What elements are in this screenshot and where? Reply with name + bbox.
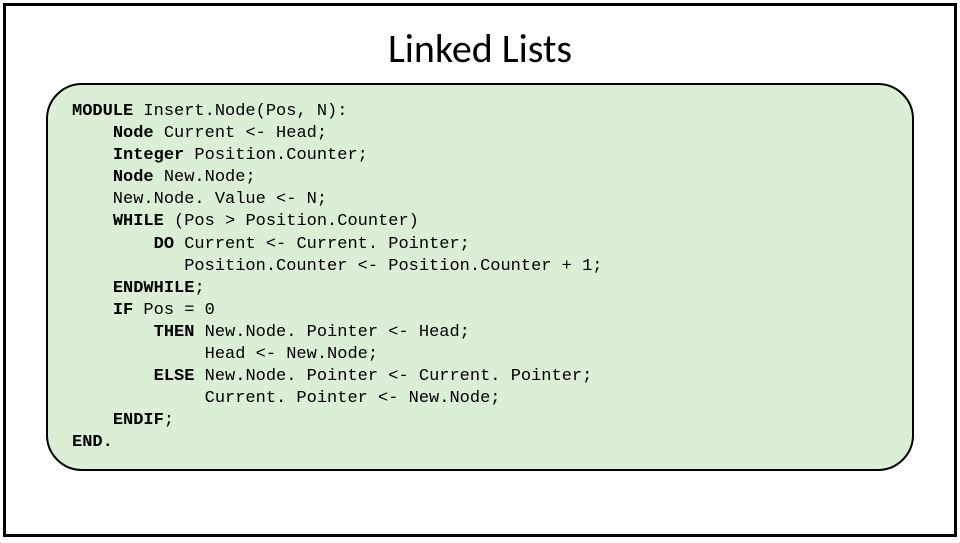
kw-node2: Node <box>113 168 154 187</box>
kw-endwhile: ENDWHILE <box>113 279 195 298</box>
txt-endwhile: ; <box>194 279 204 298</box>
txt-module: Insert.Node(Pos, N): <box>133 102 347 121</box>
kw-if: IF <box>113 301 133 320</box>
kw-while: WHILE <box>113 212 164 231</box>
kw-integer: Integer <box>113 146 184 165</box>
kw-node1: Node <box>113 124 154 143</box>
pseudocode-block: MODULE Insert.Node(Pos, N): Node Current… <box>72 101 888 455</box>
txt-head: Head <- New.Node; <box>72 345 378 364</box>
txt-assign1: New.Node. Value <- N; <box>72 190 327 209</box>
txt-endif: ; <box>164 411 174 430</box>
txt-curr: Current. Pointer <- New.Node; <box>72 389 500 408</box>
slide-title: Linked Lists <box>6 24 954 73</box>
txt-then: New.Node. Pointer <- Head; <box>194 323 469 342</box>
kw-else: ELSE <box>154 367 195 386</box>
kw-end: END. <box>72 433 113 452</box>
txt-else: New.Node. Pointer <- Current. Pointer; <box>194 367 592 386</box>
txt-integer: Position.Counter; <box>184 146 368 165</box>
txt-while: (Pos > Position.Counter) <box>164 212 419 231</box>
kw-then: THEN <box>154 323 195 342</box>
txt-do: Current <- Current. Pointer; <box>174 235 470 254</box>
slide-frame: Linked Lists MODULE Insert.Node(Pos, N):… <box>3 3 957 537</box>
txt-node2: New.Node; <box>154 168 256 187</box>
txt-if: Pos = 0 <box>133 301 215 320</box>
code-panel: MODULE Insert.Node(Pos, N): Node Current… <box>46 83 914 471</box>
txt-node1: Current <- Head; <box>154 124 327 143</box>
kw-endif: ENDIF <box>113 411 164 430</box>
kw-do: DO <box>154 235 174 254</box>
txt-poscnt: Position.Counter <- Position.Counter + 1… <box>72 257 603 276</box>
kw-module: MODULE <box>72 102 133 121</box>
